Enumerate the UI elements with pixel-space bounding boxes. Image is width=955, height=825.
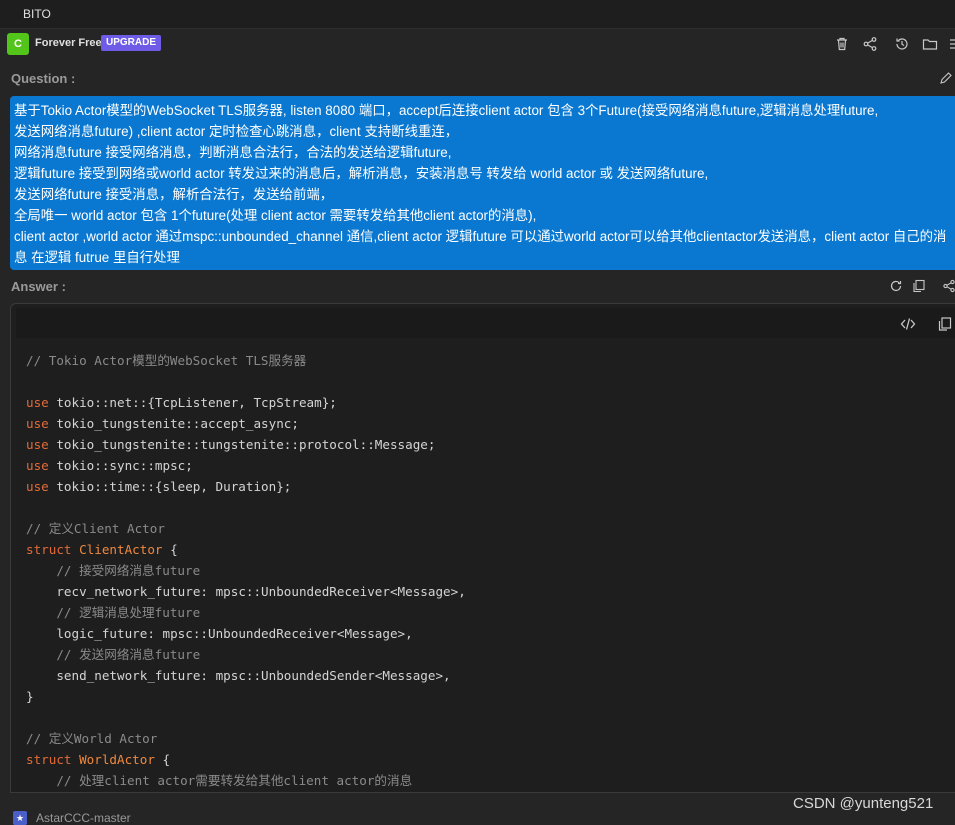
code-block-header [16,308,955,338]
code-type: ClientActor [79,542,163,557]
code-line: tokio_tungstenite::accept_async; [48,416,299,431]
code-line: tokio::time::{sleep, Duration}; [48,479,292,494]
trash-icon[interactable] [834,36,850,52]
code-keyword: use [26,395,49,410]
share-icon[interactable] [862,36,878,52]
app-title: BITO [23,7,51,21]
avatar[interactable]: C [7,33,29,55]
code-keyword: use [26,416,49,431]
share-icon[interactable] [942,279,955,293]
code-keyword: use [26,479,49,494]
code-comment: // 逻辑消息处理future [56,605,201,620]
code-comment: // 定义Client Actor [26,521,165,536]
title-bar: BITO [0,0,955,29]
question-line: 逻辑future 接受到网络或world actor 转发过来的消息后，解析消息… [14,166,709,181]
code-line: tokio::sync::mpsc; [48,458,193,473]
code-line: } [26,689,34,704]
code-line: send_network_future: mpsc::UnboundedSend… [56,668,451,683]
history-icon[interactable] [894,36,910,52]
code-comment: // 定义World Actor [26,731,158,746]
edit-icon[interactable] [939,71,953,85]
code-line: logic_future: mpsc::UnboundedReceiver<Me… [56,626,413,641]
code-icon[interactable] [900,316,916,332]
question-bubble: 基于Tokio Actor模型的WebSocket TLS服务器, listen… [10,96,955,270]
menu-icon[interactable] [948,36,955,52]
code-text: // Tokio Actor模型的WebSocket TLS服务器 use to… [26,350,466,791]
answer-label: Answer : [11,279,66,294]
question-line: 网络消息future 接受网络消息，判断消息合法行，合法的发送给逻辑future… [14,145,452,160]
watermark: CSDN @yunteng521 [793,795,934,812]
code-keyword: struct [26,752,72,767]
copy-icon[interactable] [912,279,926,293]
plan-label: Forever Free [35,37,102,49]
code-keyword: use [26,458,49,473]
code-line: tokio::net::{TcpListener, TcpStream}; [48,395,337,410]
code-line: tokio_tungstenite::tungstenite::protocol… [48,437,436,452]
question-line: client actor ,world actor 通过mspc::unboun… [14,229,947,265]
toolbar: C Forever Free UPGRADE [0,29,955,59]
code-line: { [162,542,178,557]
code-comment: // 发送网络消息future [56,647,201,662]
code-comment: // 接受网络消息future [56,563,201,578]
code-line: { [154,752,171,767]
folder-icon[interactable] [922,36,938,52]
code-comment: // Tokio Actor模型的WebSocket TLS服务器 [26,353,307,368]
question-label: Question : [11,71,76,86]
copy-code-icon[interactable] [937,316,953,332]
code-keyword: use [26,437,49,452]
code-keyword: struct [26,542,72,557]
question-line: 发送网络消息future) ,client actor 定时检查心跳消息，cli… [14,124,459,139]
refresh-icon[interactable] [889,279,903,293]
code-type: WorldActor [79,752,155,767]
question-line: 发送网络future 接受消息，解析合法行，发送给前端， [14,187,334,202]
upgrade-button[interactable]: UPGRADE [101,35,162,51]
code-block: // Tokio Actor模型的WebSocket TLS服务器 use to… [10,303,955,793]
code-line: recv_network_future: mpsc::UnboundedRece… [56,584,466,599]
question-line: 基于Tokio Actor模型的WebSocket TLS服务器, listen… [14,103,879,118]
code-comment: // 处理client actor需要转发给其他client actor的消息 [56,773,413,788]
question-line: 全局唯一 world actor 包含 1个future(处理 client a… [14,208,537,223]
